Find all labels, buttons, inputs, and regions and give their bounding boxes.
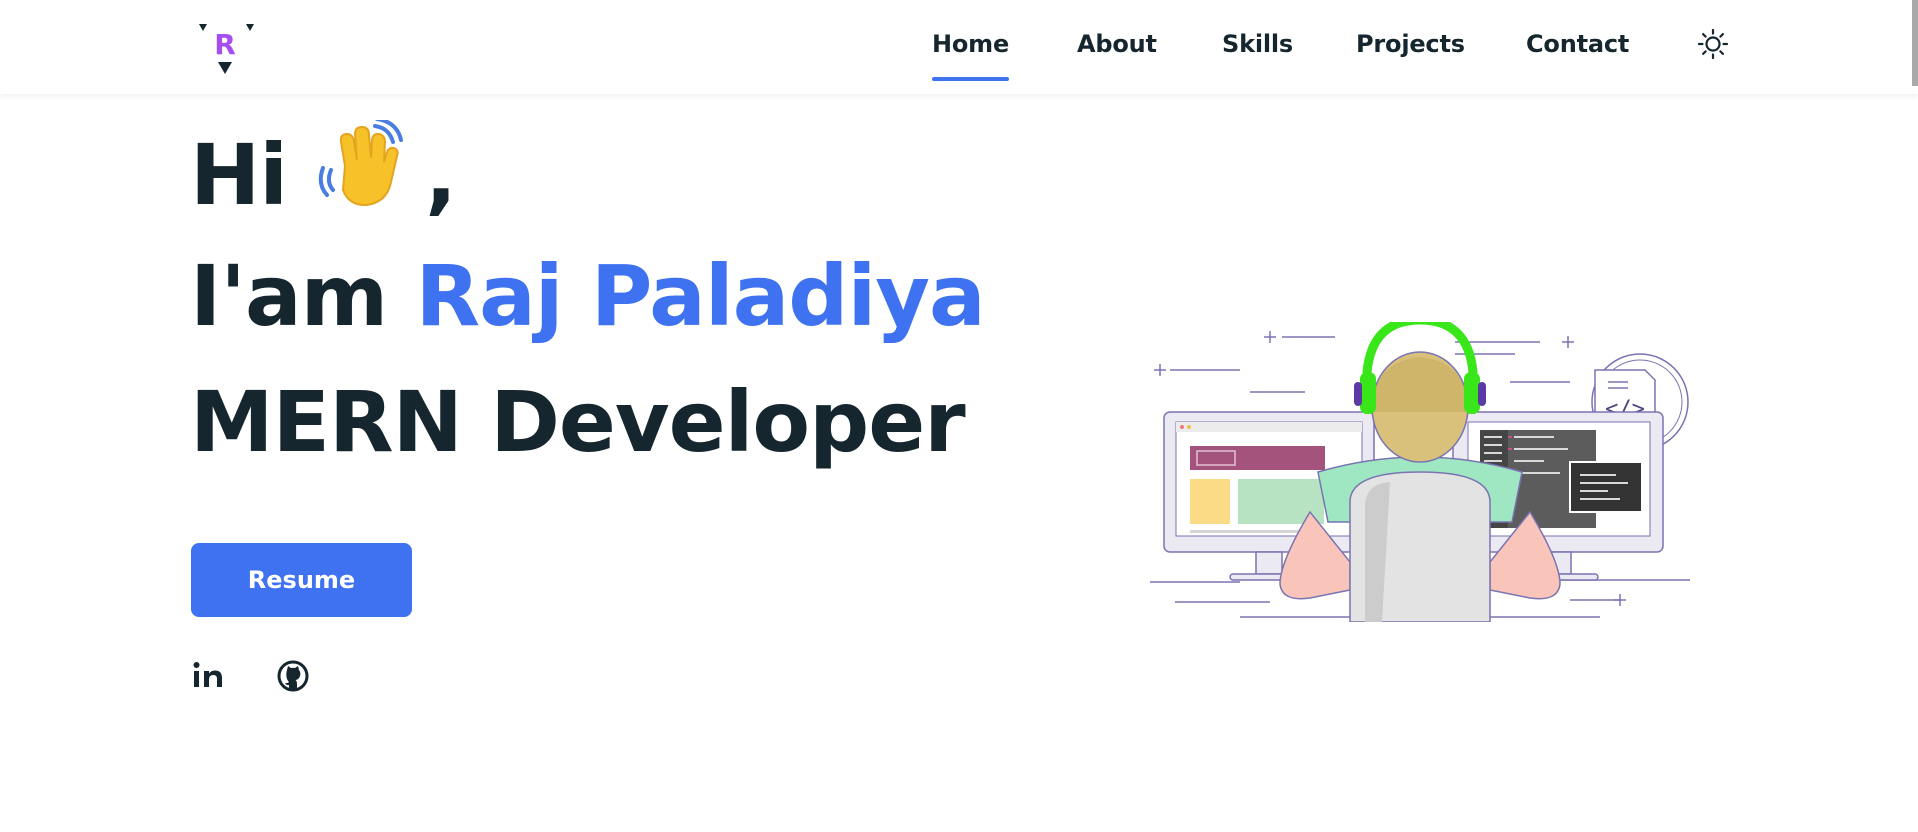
nav-contact[interactable]: Contact bbox=[1526, 30, 1629, 58]
greeting-comma: , bbox=[425, 126, 457, 224]
greeting-line: Hi , bbox=[190, 120, 457, 225]
role-title: MERN Developer bbox=[190, 373, 966, 471]
top-navbar: R Home About Skills Projects Contact bbox=[0, 0, 1918, 94]
developer-name: Raj Paladiya bbox=[415, 247, 985, 345]
nav-projects[interactable]: Projects bbox=[1356, 30, 1465, 58]
logo-letter: R bbox=[214, 28, 236, 61]
intro-line: I'am Raj Paladiya bbox=[190, 246, 986, 346]
intro-prefix: I'am bbox=[190, 247, 388, 345]
nav-about[interactable]: About bbox=[1077, 30, 1157, 58]
nav-skills[interactable]: Skills bbox=[1222, 30, 1293, 58]
sun-icon[interactable] bbox=[1697, 28, 1729, 60]
resume-button[interactable]: Resume bbox=[191, 543, 412, 617]
linkedin-icon[interactable] bbox=[190, 658, 226, 694]
github-icon[interactable] bbox=[275, 658, 311, 694]
page-scrollbar[interactable] bbox=[1912, 0, 1918, 86]
greeting-text: Hi bbox=[190, 126, 288, 224]
waving-hand-icon bbox=[318, 120, 404, 207]
site-logo[interactable]: R bbox=[196, 18, 260, 76]
nav-home[interactable]: Home bbox=[932, 30, 1009, 81]
developer-illustration: </> bbox=[1150, 322, 1690, 622]
